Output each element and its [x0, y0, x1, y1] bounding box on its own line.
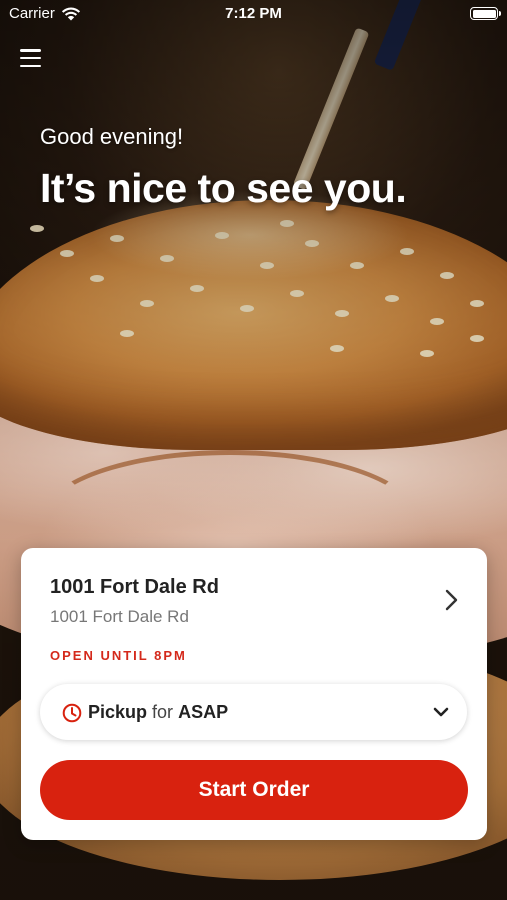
- greeting-text: Good evening!: [40, 124, 184, 149]
- order-time-label: ASAP: [178, 702, 229, 722]
- chevron-right-icon[interactable]: [441, 588, 461, 612]
- pickup-time-dropdown[interactable]: Pickup for ASAP: [40, 684, 467, 740]
- start-order-button[interactable]: Start Order: [40, 760, 468, 820]
- order-card: 1001 Fort Dale Rd 1001 Fort Dale Rd OPEN…: [21, 548, 487, 840]
- clock-time: 7:12 PM: [225, 5, 282, 22]
- location-selector[interactable]: 1001 Fort Dale Rd 1001 Fort Dale Rd: [21, 548, 487, 638]
- battery-icon: [470, 7, 501, 20]
- store-hours-label: OPEN UNTIL 8PM: [50, 648, 187, 663]
- headline-text: It’s nice to see you.: [40, 165, 407, 211]
- pickup-summary: Pickup for ASAP: [88, 702, 228, 723]
- location-name: 1001 Fort Dale Rd: [50, 576, 219, 598]
- order-type-label: Pickup: [88, 702, 148, 722]
- status-bar: Carrier 7:12 PM: [0, 0, 507, 28]
- for-label: for: [152, 702, 174, 722]
- location-address: 1001 Fort Dale Rd: [50, 607, 189, 626]
- chevron-down-icon: [433, 707, 449, 717]
- hamburger-menu-icon[interactable]: [20, 49, 41, 67]
- clock-icon: [62, 703, 82, 723]
